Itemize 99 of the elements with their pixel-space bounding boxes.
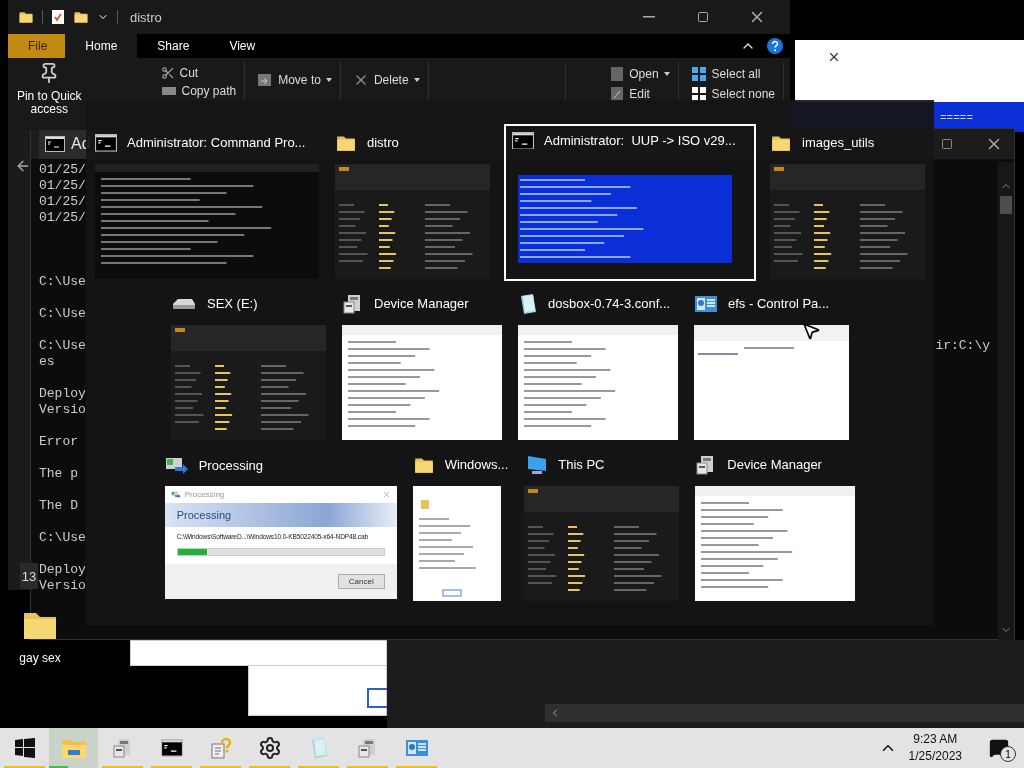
dialog-header: Processing xyxy=(164,503,397,527)
edit-icon xyxy=(610,86,625,102)
switcher-tile[interactable]: SEX (E:) xyxy=(169,287,328,442)
folder-icon[interactable] xyxy=(18,9,34,25)
folder-icon[interactable] xyxy=(73,9,89,25)
switcher-tile[interactable]: Windows... xyxy=(410,448,511,603)
dialog-title: Processing xyxy=(184,490,225,499)
console-line: Deploy xyxy=(39,562,86,578)
switcher-tile[interactable]: Device Manager xyxy=(693,448,858,603)
control-panel-icon xyxy=(404,738,429,758)
progress-window-icon xyxy=(170,490,181,499)
close-icon[interactable] xyxy=(827,50,841,64)
move-icon xyxy=(257,72,274,88)
path-icon xyxy=(160,85,177,97)
console-line: C:\Use xyxy=(39,306,86,322)
help-icon xyxy=(208,736,233,760)
cancel-button[interactable]: Cancel xyxy=(337,574,385,589)
clock-time[interactable]: 9:23 AM xyxy=(913,731,958,748)
window-title: distro xyxy=(130,9,162,25)
switcher-tile[interactable]: dosbox-0.74-3.conf... xyxy=(516,287,680,442)
properties-icon[interactable] xyxy=(51,9,65,25)
console-icon xyxy=(512,131,534,150)
horizontal-scrollbar[interactable] xyxy=(545,704,1024,722)
console-icon xyxy=(160,739,183,757)
control-panel-icon xyxy=(694,293,718,314)
console-icon xyxy=(95,134,117,152)
console-line: es xyxy=(39,354,55,370)
progress-window-icon xyxy=(164,455,189,475)
pin-to-quick-access-button[interactable]: Pin to Quick access xyxy=(14,62,85,116)
help-icon[interactable] xyxy=(766,37,784,55)
console-line: Deploy xyxy=(39,386,86,402)
window-title: distro xyxy=(367,135,399,151)
console-line: Error xyxy=(39,434,78,450)
caret-icon xyxy=(413,78,420,82)
cut-button[interactable]: Cut xyxy=(160,66,237,80)
window-title: Processing xyxy=(198,457,263,473)
console-line: The D xyxy=(39,498,78,514)
count-label: 13 xyxy=(20,563,38,589)
maximize-icon xyxy=(697,11,709,23)
console-line: 01/25/ xyxy=(39,178,86,194)
file-menu[interactable]: File xyxy=(8,34,66,58)
window-title: Device Manager xyxy=(727,457,822,473)
notepad-icon xyxy=(518,292,538,315)
grid-icon xyxy=(690,86,707,102)
window-title: Ad xyxy=(71,135,91,153)
edit-button[interactable]: Edit xyxy=(610,86,670,102)
minimize-icon xyxy=(643,16,655,18)
window-title: This PC xyxy=(558,457,605,473)
window-title: efs - Control Pa... xyxy=(728,296,830,312)
console-line: C:\Use xyxy=(39,274,86,290)
caret-icon xyxy=(663,72,670,76)
console-line: 01/25/ xyxy=(39,162,86,178)
scrollbar-thumb[interactable] xyxy=(1000,196,1012,214)
select-none-button[interactable]: Select none xyxy=(690,86,775,102)
switcher-tile[interactable]: images_utils xyxy=(768,126,927,281)
window-title: images_utils xyxy=(802,135,875,151)
console-line: 01/25/ xyxy=(39,210,86,226)
caret-icon xyxy=(325,78,332,82)
open-button[interactable]: Open xyxy=(610,66,670,82)
console-line: C:\Use xyxy=(39,530,86,546)
switcher-tile[interactable]: Administrator: Command Pro... xyxy=(93,126,321,281)
switcher-tile[interactable]: distro xyxy=(333,126,492,281)
window-title: Windows... xyxy=(444,457,509,473)
console-line: 01/25/ xyxy=(39,194,86,210)
scissors-icon xyxy=(160,66,175,80)
window-title: SEX (E:) xyxy=(207,296,258,312)
delete-button[interactable]: Delete xyxy=(352,72,420,88)
select-all-button[interactable]: Select all xyxy=(690,66,775,82)
switcher-tile[interactable]: This PC xyxy=(522,448,682,603)
console-icon xyxy=(45,136,65,152)
mouse-pointer-icon xyxy=(801,321,821,341)
ribbon-tab[interactable]: Home xyxy=(65,34,138,58)
window-title: Administrator: Command Pro... xyxy=(127,135,306,151)
switcher-tile[interactable]: efs - Control Pa... xyxy=(692,287,851,442)
folder-icon xyxy=(60,737,87,759)
grid-icon xyxy=(690,66,707,82)
window-title: Device Manager xyxy=(374,296,469,312)
window-title: dosbox-0.74-3.conf... xyxy=(548,296,671,312)
windows-logo-icon xyxy=(14,738,35,758)
window-title: Administrator: UUP -> ISO v29... xyxy=(544,132,736,148)
console-line: Versio xyxy=(39,578,86,594)
switcher-tile[interactable]: Administrator: UUP -> ISO v29... xyxy=(504,124,756,281)
switcher-tile[interactable]: Device Manager xyxy=(340,287,504,442)
desktop-icon-label[interactable]: gay sex xyxy=(19,651,61,665)
maximize-icon xyxy=(941,138,953,150)
console-line: ===== xyxy=(940,112,973,124)
back-arrow-icon[interactable] xyxy=(15,158,31,174)
ribbon-tab[interactable]: View xyxy=(209,34,276,58)
document-icon xyxy=(610,66,625,82)
action-center-button[interactable]: 1 xyxy=(974,728,1024,768)
ribbon-tab[interactable]: Share xyxy=(137,34,210,58)
settings-icon xyxy=(257,736,282,760)
console-line: ir:C:\y xyxy=(935,338,990,353)
console-line: Versio xyxy=(39,402,86,418)
console-line: The p xyxy=(39,466,78,482)
move-to-button[interactable]: Move to xyxy=(257,72,332,88)
console-line: C:\Use xyxy=(39,338,86,354)
clock-date[interactable]: 1/25/2023 xyxy=(908,748,962,765)
copy-path-button[interactable]: Copy path xyxy=(160,84,237,98)
